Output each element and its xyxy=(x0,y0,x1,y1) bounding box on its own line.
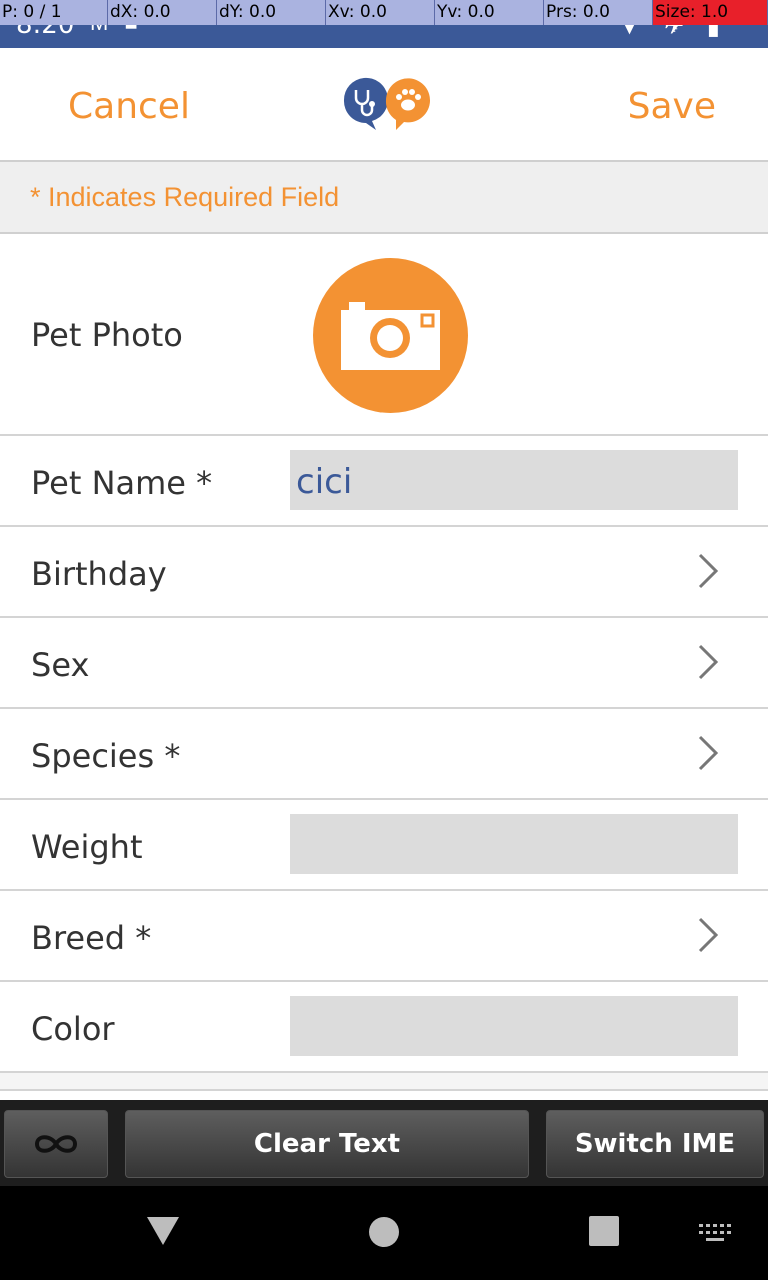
infinity-button[interactable] xyxy=(4,1110,108,1178)
home-circle-icon[interactable] xyxy=(368,1216,400,1248)
clear-text-button[interactable]: Clear Text xyxy=(125,1110,529,1178)
chevron-right-icon xyxy=(698,735,719,771)
debug-dy: dY: 0.0 xyxy=(217,0,326,25)
navigation-bar xyxy=(0,1186,768,1280)
color-label: Color xyxy=(31,1010,115,1048)
birthday-label: Birthday xyxy=(31,555,167,593)
paw-icon xyxy=(385,78,430,130)
cancel-button[interactable]: Cancel xyxy=(68,86,190,127)
camera-icon xyxy=(341,302,440,370)
chevron-right-icon xyxy=(698,644,719,680)
pet-name-field[interactable]: cici xyxy=(290,450,738,510)
debug-pointer-count: P: 0 / 1 xyxy=(0,0,108,25)
chevron-right-icon xyxy=(698,917,719,953)
pet-photo-button[interactable] xyxy=(313,258,468,413)
color-field[interactable] xyxy=(290,996,738,1056)
required-note: * Indicates Required Field xyxy=(30,182,340,212)
color-row: Color xyxy=(0,982,768,1073)
save-button[interactable]: Save xyxy=(628,86,716,127)
pet-photo-label: Pet Photo xyxy=(31,316,183,354)
weight-row: Weight xyxy=(0,800,768,891)
pointer-location-overlay: P: 0 / 1 dX: 0.0 dY: 0.0 Xv: 0.0 Yv: 0.0… xyxy=(0,0,768,25)
back-triangle-icon[interactable] xyxy=(146,1216,180,1246)
breed-row[interactable]: Breed * xyxy=(0,891,768,982)
pet-name-row: Pet Name * cici xyxy=(0,436,768,527)
app-logo xyxy=(343,77,430,130)
species-row[interactable]: Species * xyxy=(0,709,768,800)
debug-xv: Xv: 0.0 xyxy=(326,0,435,25)
recents-square-icon[interactable] xyxy=(589,1216,619,1246)
chevron-right-icon xyxy=(698,553,719,589)
debug-yv: Yv: 0.0 xyxy=(435,0,544,25)
breed-label: Breed * xyxy=(31,919,152,957)
switch-ime-button[interactable]: Switch IME xyxy=(546,1110,764,1178)
required-note-band: * Indicates Required Field xyxy=(0,162,768,234)
next-row-partial xyxy=(0,1073,768,1091)
weight-label: Weight xyxy=(31,828,143,866)
keyboard-icon[interactable] xyxy=(698,1222,732,1244)
debug-pressure: Prs: 0.0 xyxy=(544,0,653,25)
stethoscope-icon xyxy=(343,77,388,130)
weight-field[interactable] xyxy=(290,814,738,874)
debug-dx: dX: 0.0 xyxy=(108,0,217,25)
species-label: Species * xyxy=(31,737,181,775)
sex-row[interactable]: Sex xyxy=(0,618,768,709)
pet-name-value: cici xyxy=(296,462,353,502)
birthday-row[interactable]: Birthday xyxy=(0,527,768,618)
pet-name-label: Pet Name * xyxy=(31,464,213,502)
debug-size: Size: 1.0 xyxy=(653,0,768,25)
pet-photo-row: Pet Photo xyxy=(0,234,768,436)
ime-toolbar: Clear Text Switch IME xyxy=(0,1100,768,1186)
app-header: Cancel Save xyxy=(0,48,768,162)
sex-label: Sex xyxy=(31,646,90,684)
infinity-icon xyxy=(34,1135,78,1153)
